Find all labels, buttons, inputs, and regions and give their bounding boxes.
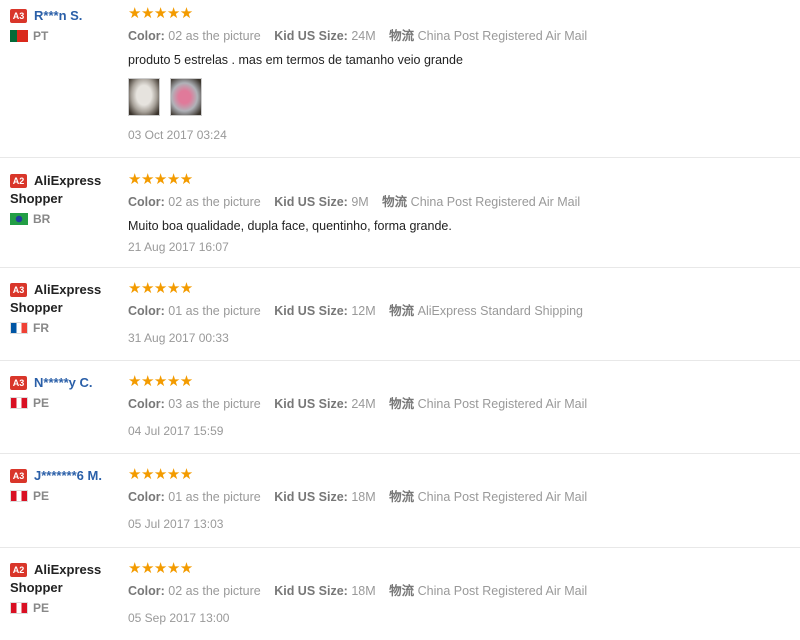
- order-info: Color: 02 as the picture Kid US Size: 24…: [128, 29, 588, 43]
- review-item: A3 AliExpress Shopper FR ★★★★★ Color: 01 a…: [0, 268, 800, 361]
- review-text: Muito boa qualidade, dupla face, quentin…: [128, 219, 452, 233]
- reviewer-country: PE: [10, 601, 125, 615]
- level-badge: A3: [10, 376, 27, 390]
- reviewer-info: A3 AliExpress Shopper FR: [10, 281, 125, 335]
- review-item: A3 R***n S. PT ★★★★★ Color: 02 as the pic…: [0, 0, 800, 158]
- review-item: A3 N*****y C. PE ★★★★★ Color: 03 as the p…: [0, 361, 800, 454]
- brazil-flag-icon: [10, 213, 28, 225]
- star-rating: ★★★★★: [128, 560, 193, 577]
- review-item: A3 J*******6 M. PE ★★★★★ Color: 01 as the…: [0, 454, 800, 548]
- review-photos: [128, 78, 800, 118]
- order-info: Color: 02 as the picture Kid US Size: 9M…: [128, 195, 581, 209]
- star-rating: ★★★★★: [128, 171, 193, 188]
- peru-flag-icon: [10, 490, 28, 502]
- review-photo-thumbnail[interactable]: [170, 78, 202, 116]
- review-date: 05 Jul 2017 13:03: [128, 517, 224, 531]
- order-info: Color: 01 as the picture Kid US Size: 18…: [128, 490, 588, 504]
- review-date: 21 Aug 2017 16:07: [128, 240, 229, 254]
- review-date: 03 Oct 2017 03:24: [128, 128, 227, 142]
- reviewer-info: A2 AliExpress Shopper PE: [10, 561, 125, 615]
- level-badge: A3: [10, 283, 27, 297]
- order-info: Color: 03 as the picture Kid US Size: 24…: [128, 397, 588, 411]
- star-rating: ★★★★★: [128, 5, 193, 22]
- review-date: 05 Sep 2017 13:00: [128, 611, 230, 625]
- review-item: A2 AliExpress Shopper PE ★★★★★ Color: 02 a…: [0, 548, 800, 640]
- france-flag-icon: [10, 322, 28, 334]
- reviewer-name[interactable]: N*****y C.: [34, 375, 93, 390]
- reviewer-country: PE: [10, 396, 125, 410]
- reviewer-name[interactable]: J*******6 M.: [34, 468, 102, 483]
- reviewer-country: BR: [10, 212, 125, 226]
- order-info: Color: 01 as the picture Kid US Size: 12…: [128, 304, 583, 318]
- peru-flag-icon: [10, 602, 28, 614]
- reviewer-info: A3 R***n S. PT: [10, 7, 125, 43]
- reviewer-info: A3 J*******6 M. PE: [10, 467, 125, 503]
- review-item: A2 AliExpress Shopper BR ★★★★★ Color: 02 a…: [0, 158, 800, 268]
- portugal-flag-icon: [10, 30, 28, 42]
- reviewer-country: PT: [10, 29, 125, 43]
- star-rating: ★★★★★: [128, 466, 193, 483]
- reviewer-name[interactable]: R***n S.: [34, 8, 82, 23]
- level-badge: A3: [10, 469, 27, 483]
- reviewer-info: A3 N*****y C. PE: [10, 374, 125, 410]
- reviewer-info: A2 AliExpress Shopper BR: [10, 172, 125, 226]
- review-date: 31 Aug 2017 00:33: [128, 331, 229, 345]
- review-date: 04 Jul 2017 15:59: [128, 424, 224, 438]
- review-photo-thumbnail[interactable]: [128, 78, 160, 116]
- reviewer-country: FR: [10, 321, 125, 335]
- peru-flag-icon: [10, 397, 28, 409]
- level-badge: A2: [10, 563, 27, 577]
- star-rating: ★★★★★: [128, 373, 193, 390]
- level-badge: A3: [10, 9, 27, 23]
- order-info: Color: 02 as the picture Kid US Size: 18…: [128, 584, 588, 598]
- level-badge: A2: [10, 174, 27, 188]
- reviewer-country: PE: [10, 489, 125, 503]
- review-text: produto 5 estrelas . mas em termos de ta…: [128, 53, 463, 67]
- star-rating: ★★★★★: [128, 280, 193, 297]
